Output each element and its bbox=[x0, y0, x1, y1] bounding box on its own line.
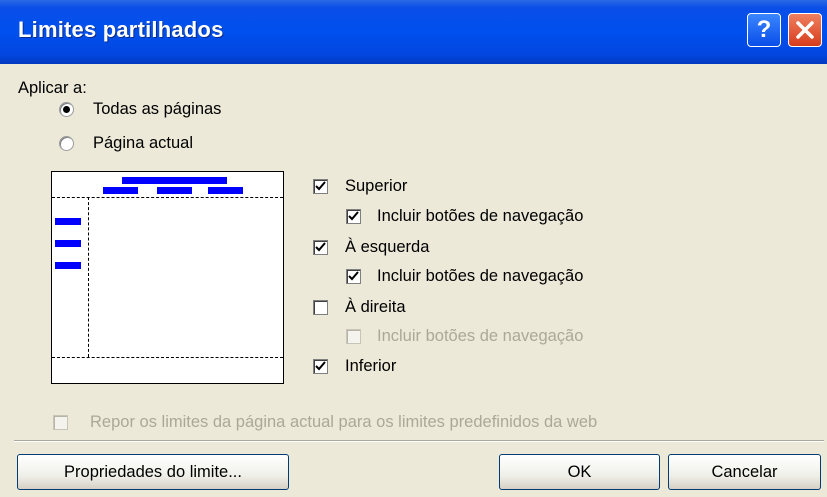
cancel-button[interactable]: Cancelar bbox=[668, 454, 821, 490]
left-nav-checkbox[interactable] bbox=[346, 269, 361, 284]
bottom-checkbox-label[interactable]: Inferior bbox=[345, 357, 396, 376]
top-nav-checkbox[interactable] bbox=[346, 209, 361, 224]
preview-top-nav-button bbox=[208, 187, 243, 194]
right-checkbox-label[interactable]: À direita bbox=[345, 298, 406, 317]
right-nav-checkbox-label: Incluir botões de navegação bbox=[377, 327, 584, 345]
preview-left-nav-button bbox=[55, 262, 81, 269]
radio-current-page-label[interactable]: Página actual bbox=[93, 134, 193, 153]
radio-current-page[interactable] bbox=[59, 136, 74, 151]
left-checkbox[interactable] bbox=[313, 240, 328, 255]
check-icon bbox=[315, 242, 326, 252]
help-button[interactable]: ? bbox=[747, 13, 781, 47]
close-icon bbox=[796, 21, 814, 39]
apply-to-label: Aplicar a: bbox=[18, 79, 87, 97]
preview-left-divider bbox=[88, 197, 89, 357]
preview-left-nav-button bbox=[55, 240, 81, 247]
preview-top-nav-button bbox=[157, 187, 192, 194]
check-icon bbox=[315, 361, 326, 371]
left-nav-checkbox-label[interactable]: Incluir botões de navegação bbox=[377, 267, 583, 286]
preview-top-nav-button bbox=[103, 187, 138, 194]
top-checkbox[interactable] bbox=[313, 179, 328, 194]
top-nav-checkbox-label[interactable]: Incluir botões de navegação bbox=[377, 207, 583, 226]
radio-all-pages[interactable] bbox=[59, 102, 74, 117]
check-icon bbox=[348, 211, 359, 221]
reset-checkbox bbox=[53, 415, 68, 430]
right-nav-checkbox bbox=[346, 329, 361, 344]
ok-button[interactable]: OK bbox=[499, 454, 660, 490]
separator bbox=[14, 440, 824, 442]
radio-selected-dot bbox=[63, 106, 70, 113]
preview-left-nav-button bbox=[55, 218, 81, 225]
properties-button[interactable]: Propriedades do limite... bbox=[17, 454, 289, 490]
dialog-title: Limites partilhados bbox=[18, 17, 224, 42]
top-checkbox-label[interactable]: Superior bbox=[345, 177, 407, 196]
radio-all-pages-label[interactable]: Todas as páginas bbox=[93, 100, 221, 119]
border-preview bbox=[51, 171, 284, 384]
title-bar: Limites partilhados ? bbox=[0, 0, 827, 64]
reset-checkbox-label: Repor os limites da página actual para o… bbox=[90, 413, 598, 431]
help-icon: ? bbox=[756, 16, 772, 43]
preview-top-banner bbox=[122, 177, 227, 184]
preview-bottom-divider bbox=[52, 357, 283, 358]
left-checkbox-label[interactable]: À esquerda bbox=[345, 238, 429, 257]
close-button[interactable] bbox=[788, 13, 822, 47]
check-icon bbox=[348, 271, 359, 281]
right-checkbox[interactable] bbox=[313, 300, 328, 315]
bottom-checkbox[interactable] bbox=[313, 359, 328, 374]
check-icon bbox=[315, 181, 326, 191]
preview-top-divider bbox=[52, 197, 283, 198]
